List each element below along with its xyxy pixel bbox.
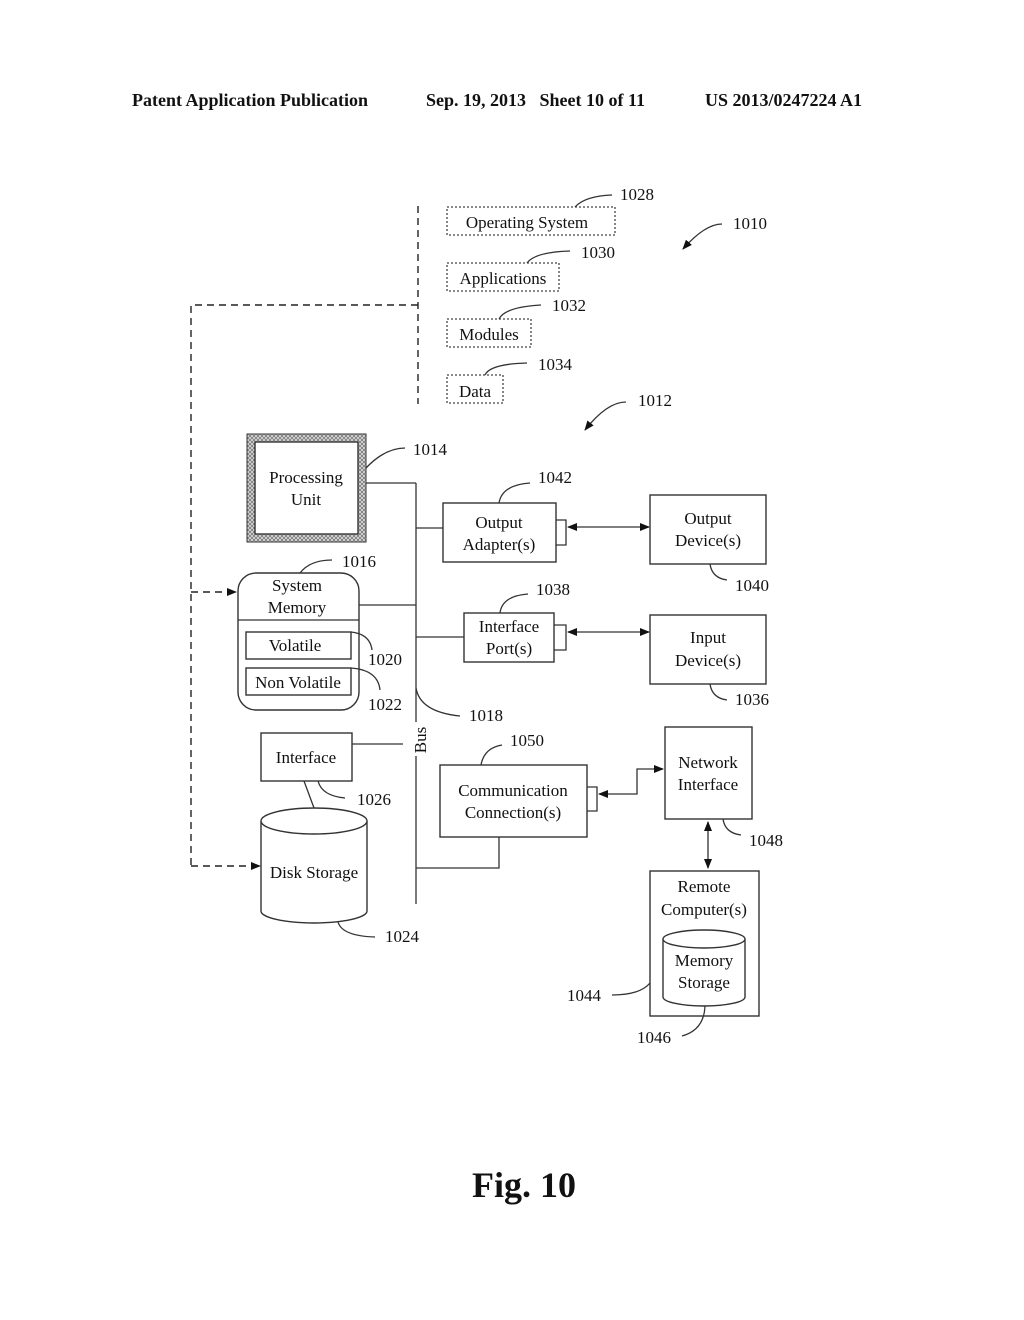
arrow-1012 xyxy=(584,401,627,431)
applications-label: Applications xyxy=(460,269,547,288)
system-memory-label-2: Memory xyxy=(268,598,327,617)
output-adapter-label-1: Output xyxy=(475,513,523,532)
ref-1040: 1040 xyxy=(735,576,769,595)
processing-label-1: Processing xyxy=(269,468,343,487)
memory-storage-label-1: Memory xyxy=(675,951,734,970)
ref-1010: 1010 xyxy=(733,214,767,233)
interface-label: Interface xyxy=(276,748,336,767)
ref-1044: 1044 xyxy=(567,986,602,1005)
operating-system-box: Operating System 1028 xyxy=(446,185,654,236)
output-adapter-label-2: Adapter(s) xyxy=(463,535,536,554)
remote-computer-label-2: Computer(s) xyxy=(661,900,747,919)
disk-storage-label: Disk Storage xyxy=(270,863,358,882)
ref-1050: 1050 xyxy=(510,731,544,750)
ref-1012: 1012 xyxy=(638,391,672,410)
communication-label-1: Communication xyxy=(458,781,568,800)
ref-1036: 1036 xyxy=(735,690,769,709)
data-box: Data 1034 xyxy=(446,355,573,404)
output-device-label-1: Output xyxy=(684,509,732,528)
arrow-1010 xyxy=(682,223,723,250)
ref-1032: 1032 xyxy=(552,296,586,315)
communication-connection-box: Communication Connection(s) 1050 xyxy=(439,731,598,838)
modules-box: Modules 1032 xyxy=(446,296,586,348)
interface-port-label-2: Port(s) xyxy=(486,639,532,658)
ref-1030: 1030 xyxy=(581,243,615,262)
figure-caption: Fig. 10 xyxy=(472,1165,576,1205)
ref-1026: 1026 xyxy=(357,790,391,809)
communication-label-2: Connection(s) xyxy=(465,803,561,822)
modules-label: Modules xyxy=(459,325,519,344)
input-device-label-2: Device(s) xyxy=(675,651,741,670)
system-memory-label-1: System xyxy=(272,576,322,595)
data-label: Data xyxy=(459,382,492,401)
ref-1048: 1048 xyxy=(749,831,783,850)
network-interface-label-1: Network xyxy=(678,753,738,772)
applications-box: Applications 1030 xyxy=(446,243,615,292)
non-volatile-label: Non Volatile xyxy=(255,673,341,692)
os-label: Operating System xyxy=(466,213,588,232)
ref-1024: 1024 xyxy=(385,927,420,946)
ref-1028: 1028 xyxy=(620,185,654,204)
remote-computer-label-1: Remote xyxy=(678,877,731,896)
bus-label: Bus xyxy=(411,727,430,753)
output-device-label-2: Device(s) xyxy=(675,531,741,550)
network-interface-box: Network Interface 1048 xyxy=(664,726,783,850)
interface-port-box: Interface Port(s) 1038 xyxy=(463,580,570,663)
output-device-box: Output Device(s) 1040 xyxy=(649,494,769,595)
processing-unit-box: Processing Unit 1014 xyxy=(246,433,448,543)
ref-1018: 1018 xyxy=(469,706,503,725)
ref-1016: 1016 xyxy=(342,552,376,571)
volatile-label: Volatile xyxy=(269,636,322,655)
input-device-box: Input Device(s) 1036 xyxy=(649,614,769,709)
ref-1014: 1014 xyxy=(413,440,448,459)
system-memory-box: System Memory 1016 Volatile Non Volatile… xyxy=(237,552,402,714)
processing-label-2: Unit xyxy=(291,490,322,509)
ref-1042: 1042 xyxy=(538,468,572,487)
remote-computer-box: Remote Computer(s) Memory Storage 1044 1… xyxy=(567,870,760,1047)
ref-1020: 1020 xyxy=(368,650,402,669)
block-diagram: Operating System 1028 Applications 1030 … xyxy=(190,185,783,1047)
ref-1038: 1038 xyxy=(536,580,570,599)
memory-storage-label-2: Storage xyxy=(678,973,730,992)
disk-storage-cylinder: Disk Storage 1024 xyxy=(260,807,420,946)
ref-1022: 1022 xyxy=(368,695,402,714)
ref-1034: 1034 xyxy=(538,355,573,374)
interface-port-label-1: Interface xyxy=(479,617,539,636)
input-device-label-1: Input xyxy=(690,628,726,647)
network-interface-label-2: Interface xyxy=(678,775,738,794)
output-adapter-box: Output Adapter(s) 1042 xyxy=(442,468,572,563)
comm-network-arrow xyxy=(598,765,664,798)
ref-1046: 1046 xyxy=(637,1028,671,1047)
